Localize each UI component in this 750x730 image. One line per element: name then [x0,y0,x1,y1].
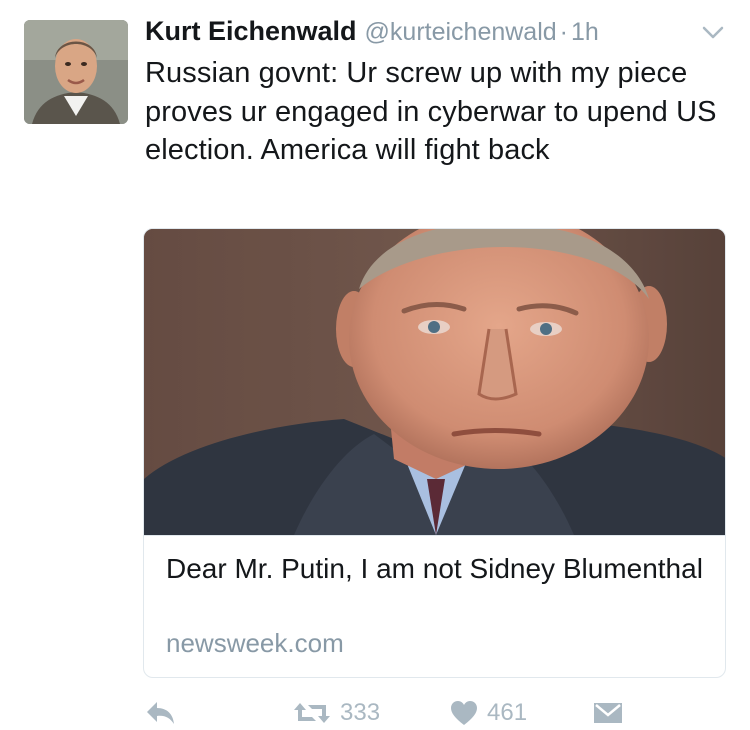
author-name[interactable]: Kurt Eichenwald [145,16,357,46]
article-photo[interactable] [144,229,725,535]
chevron-down-icon[interactable] [702,26,724,40]
author-handle[interactable]: @kurteichenwald [365,18,557,46]
like-button[interactable]: 461 [449,696,527,730]
separator-dot: · [559,18,568,46]
retweet-count: 333 [340,699,381,726]
tweet-timestamp[interactable]: 1h [571,18,599,46]
tweet-text: Russian govnt: Ur screw up with my piece… [145,57,717,166]
reply-button[interactable] [145,696,177,730]
direct-message-button[interactable] [592,696,624,730]
retweet-button[interactable]: 333 [292,696,380,730]
retweet-icon [292,699,332,727]
tweet-actions: 333 461 [0,696,750,730]
card-title[interactable]: Dear Mr. Putin, I am not Sidney Blumenth… [166,550,706,587]
link-card[interactable]: Dear Mr. Putin, I am not Sidney Blumenth… [143,228,726,678]
heart-icon [449,699,479,727]
reply-icon [145,699,177,727]
author-avatar[interactable] [24,20,128,124]
tweet: Kurt Eichenwald @kurteichenwald · 1h Russia… [0,0,750,730]
card-domain[interactable]: newsweek.com [166,628,344,659]
card-body[interactable]: Dear Mr. Putin, I am not Sidney Blumenth… [144,535,725,677]
envelope-icon [592,700,624,726]
tweet-header: Kurt Eichenwald @kurteichenwald · 1h [145,16,705,52]
like-count: 461 [487,699,528,726]
